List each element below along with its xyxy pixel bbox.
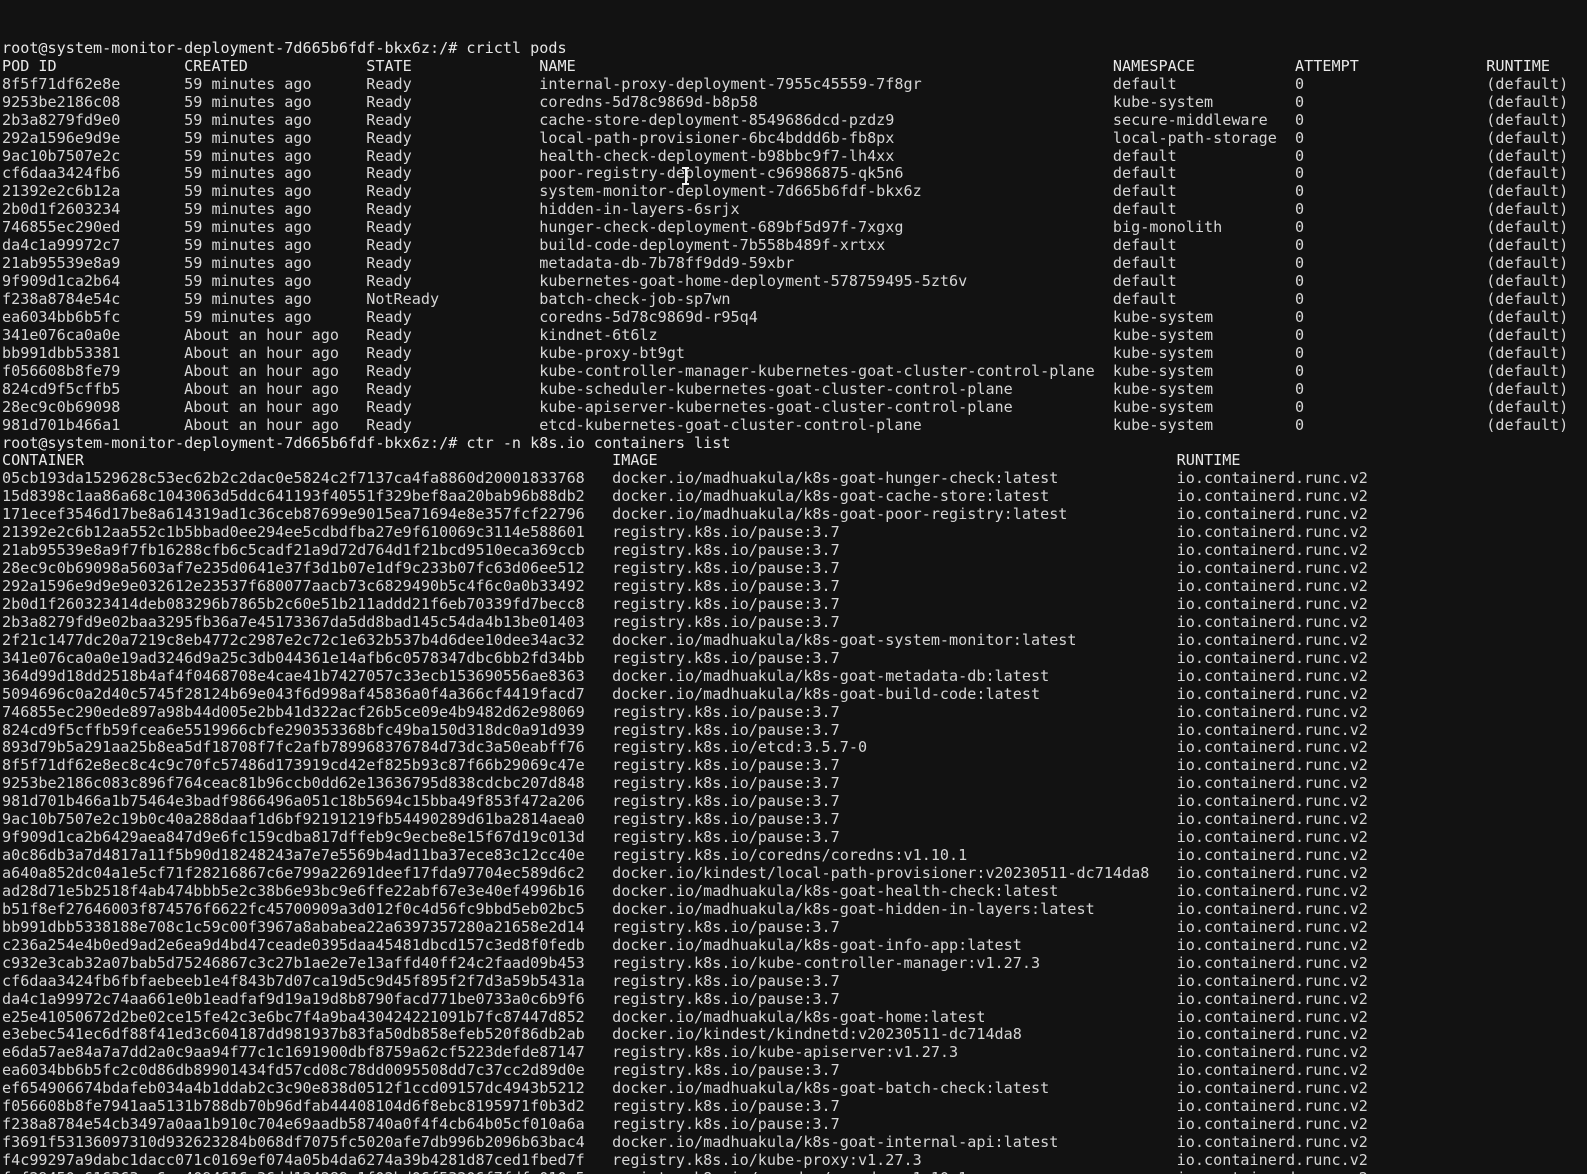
containers-table-row: ea6034bb6b5fc2c0d86db89901434fd57cd08c78… [2,1061,1368,1080]
containers-table-row: a640a852dc04a1e5cf71f28216867c6e799a2269… [2,864,1368,883]
containers-table-row: da4c1a99972c74aa661e0b1eadfaf9d19a19d8b8… [2,989,1368,1008]
containers-table-row: f4c99297a9dabc1dacc071c0169ef074a05b4da6… [2,1151,1368,1170]
containers-table-row: 21ab95539e8a9f7fb16288cfb6c5cadf21a9d72d… [2,541,1368,560]
pods-table-row: f238a8784e54c 59 minutes ago NotReady ba… [2,290,1569,309]
containers-table-row: e3ebec541ec6df88f41ed3c604187dd981937b83… [2,1025,1368,1044]
pods-table-row: 824cd9f5cffb5 About an hour ago Ready ku… [2,379,1569,398]
containers-table-row: 9f909d1ca2b6429aea847d9e6fc159cdba817dff… [2,828,1368,847]
containers-table-row: 292a1596e9d9e9e032612e23537f680077aacb73… [2,577,1368,596]
containers-table-row: f3691f53136097310d932623284b068df7075fc5… [2,1133,1368,1152]
containers-table-row: c236a254e4b0ed9ad2e6ea9d4bd47ceade0395da… [2,935,1368,954]
pods-table-row: 9ac10b7507e2c 59 minutes ago Ready healt… [2,146,1569,165]
pods-table-row: 746855ec290ed 59 minutes ago Ready hunge… [2,218,1569,237]
containers-table-row: ef654906674bdafeb034a4b1ddab2c3c90e838d0… [2,1079,1368,1098]
containers-table-row: 746855ec290ede897a98b44d005e2bb41d322acf… [2,702,1368,721]
containers-table-row: f056608b8fe7941aa5131b788db70b96dfab4440… [2,1097,1368,1116]
pods-table-row: 2b0d1f2603234 59 minutes ago Ready hidde… [2,200,1569,219]
pods-table-row: 21392e2c6b12a 59 minutes ago Ready syste… [2,182,1569,201]
pods-table-row: 21ab95539e8a9 59 minutes ago Ready metad… [2,254,1569,273]
containers-table-row: a0c86db3a7d4817a11f5b90d18248243a7e7e556… [2,846,1368,865]
pods-table-row: 341e076ca0a0e About an hour ago Ready ki… [2,325,1569,344]
pods-table-header: POD ID CREATED STATE NAME NAMESPACE ATTE… [2,56,1551,75]
containers-table-row: 981d701b466a1b75464e3badf9866496a051c18b… [2,792,1368,811]
containers-table-row: fcf29450e616363ec6ca4094616c36dd124289e1… [2,1169,1587,1174]
containers-table-row: 341e076ca0a0e19ad3246d9a25c3db044361e14a… [2,648,1368,667]
containers-table-row: c932e3cab32a07bab5d75246867c3c27b1ae2e7e… [2,953,1368,972]
pods-table-row: 9f909d1ca2b64 59 minutes ago Ready kuber… [2,272,1569,291]
containers-table-row: 8f5f71df62e8ec8c4c9c70fc57486d173919cd42… [2,756,1368,775]
pods-table-row: 28ec9c0b69098 About an hour ago Ready ku… [2,397,1569,416]
containers-table-header: CONTAINER IMAGE RUNTIME [2,451,1241,470]
containers-table-row: 2f21c1477dc20a7219c8eb4772c2987e2c72c1e6… [2,630,1368,649]
containers-table-row: 5094696c0a2d40c5745f28124b69e043f6d998af… [2,684,1368,703]
pods-table-row: 981d701b466a1 About an hour ago Ready et… [2,415,1569,434]
containers-table-row: 9ac10b7507e2c19b0c40a288daaf1d6bf9219121… [2,810,1368,829]
containers-table-row: 9253be2186c083c896f764ceac81b96ccb0dd62e… [2,774,1368,793]
containers-table-row: e6da57ae84a7a7dd2a0c9aa94f77c1c1691900db… [2,1043,1368,1062]
containers-table-row: f238a8784e54cb3497a0aa1b910c704e69aadb58… [2,1115,1368,1134]
containers-table-row: 824cd9f5cffb59fcea6e5519966cbfe290353368… [2,720,1368,739]
containers-table-row: b51f8ef27646003f874576f6622fc45700909a3d… [2,899,1368,918]
command-line-ctr-containers-list: root@system-monitor-deployment-7d665b6fd… [2,433,731,452]
containers-table-row: 171ecef3546d17be8a614319ad1c36ceb87699e9… [2,505,1368,524]
pods-table-row: 292a1596e9d9e 59 minutes ago Ready local… [2,128,1569,147]
pods-table-row: ea6034bb6b5fc 59 minutes ago Ready cored… [2,307,1569,326]
pods-table-row: 2b3a8279fd9e0 59 minutes ago Ready cache… [2,110,1569,129]
containers-table-row: bb991dbb5338188e708c1c59c00f3967a8ababea… [2,917,1368,936]
containers-table-row: 893d79b5a291aa25b8ea5df18708f7fc2afb7899… [2,738,1368,757]
containers-table-row: 28ec9c0b69098a5603af7e235d0641e37f3d1b07… [2,559,1368,578]
pods-table-row: 9253be2186c08 59 minutes ago Ready cored… [2,92,1569,111]
pods-table-row: bb991dbb53381 About an hour ago Ready ku… [2,343,1569,362]
terminal-window[interactable]: root@system-monitor-deployment-7d665b6fd… [0,0,1587,1174]
containers-table-row: 364d99d18dd2518b4af4f0468708e4cae41b7427… [2,666,1368,685]
containers-table-row: 2b3a8279fd9e02baa3295fb36a7e45173367da5d… [2,612,1368,631]
command-line-crictl-pods: root@system-monitor-deployment-7d665b6fd… [2,38,567,57]
containers-table-row: e25e41050672d2be02ce15fe42c3e6bc7f4a9ba4… [2,1007,1368,1026]
containers-table-row: 15d8398c1aa86a68c1043063d5ddc641193f4055… [2,487,1368,506]
pods-table-row: da4c1a99972c7 59 minutes ago Ready build… [2,236,1569,255]
pods-table-row: 8f5f71df62e8e 59 minutes ago Ready inter… [2,74,1569,93]
containers-table-row: ad28d71e5b2518f4ab474bbb5e2c38b6e93bc9e6… [2,881,1368,900]
containers-table-row: cf6daa3424fb6fbfaebeeb1e4f843b7d07ca19d5… [2,971,1368,990]
pods-table-row: cf6daa3424fb6 59 minutes ago Ready poor-… [2,164,1569,183]
containers-table-row: 2b0d1f260323414deb083296b7865b2c60e51b21… [2,594,1368,613]
terminal-output: root@system-monitor-deployment-7d665b6fd… [2,38,1587,1174]
pods-table-row: f056608b8fe79 About an hour ago Ready ku… [2,361,1569,380]
containers-table-row: 21392e2c6b12aa552c1b5bbad0ee294ee5cdbdfb… [2,523,1368,542]
containers-table-row: 05cb193da1529628c53ec62b2c2dac0e5824c2f7… [2,469,1368,488]
